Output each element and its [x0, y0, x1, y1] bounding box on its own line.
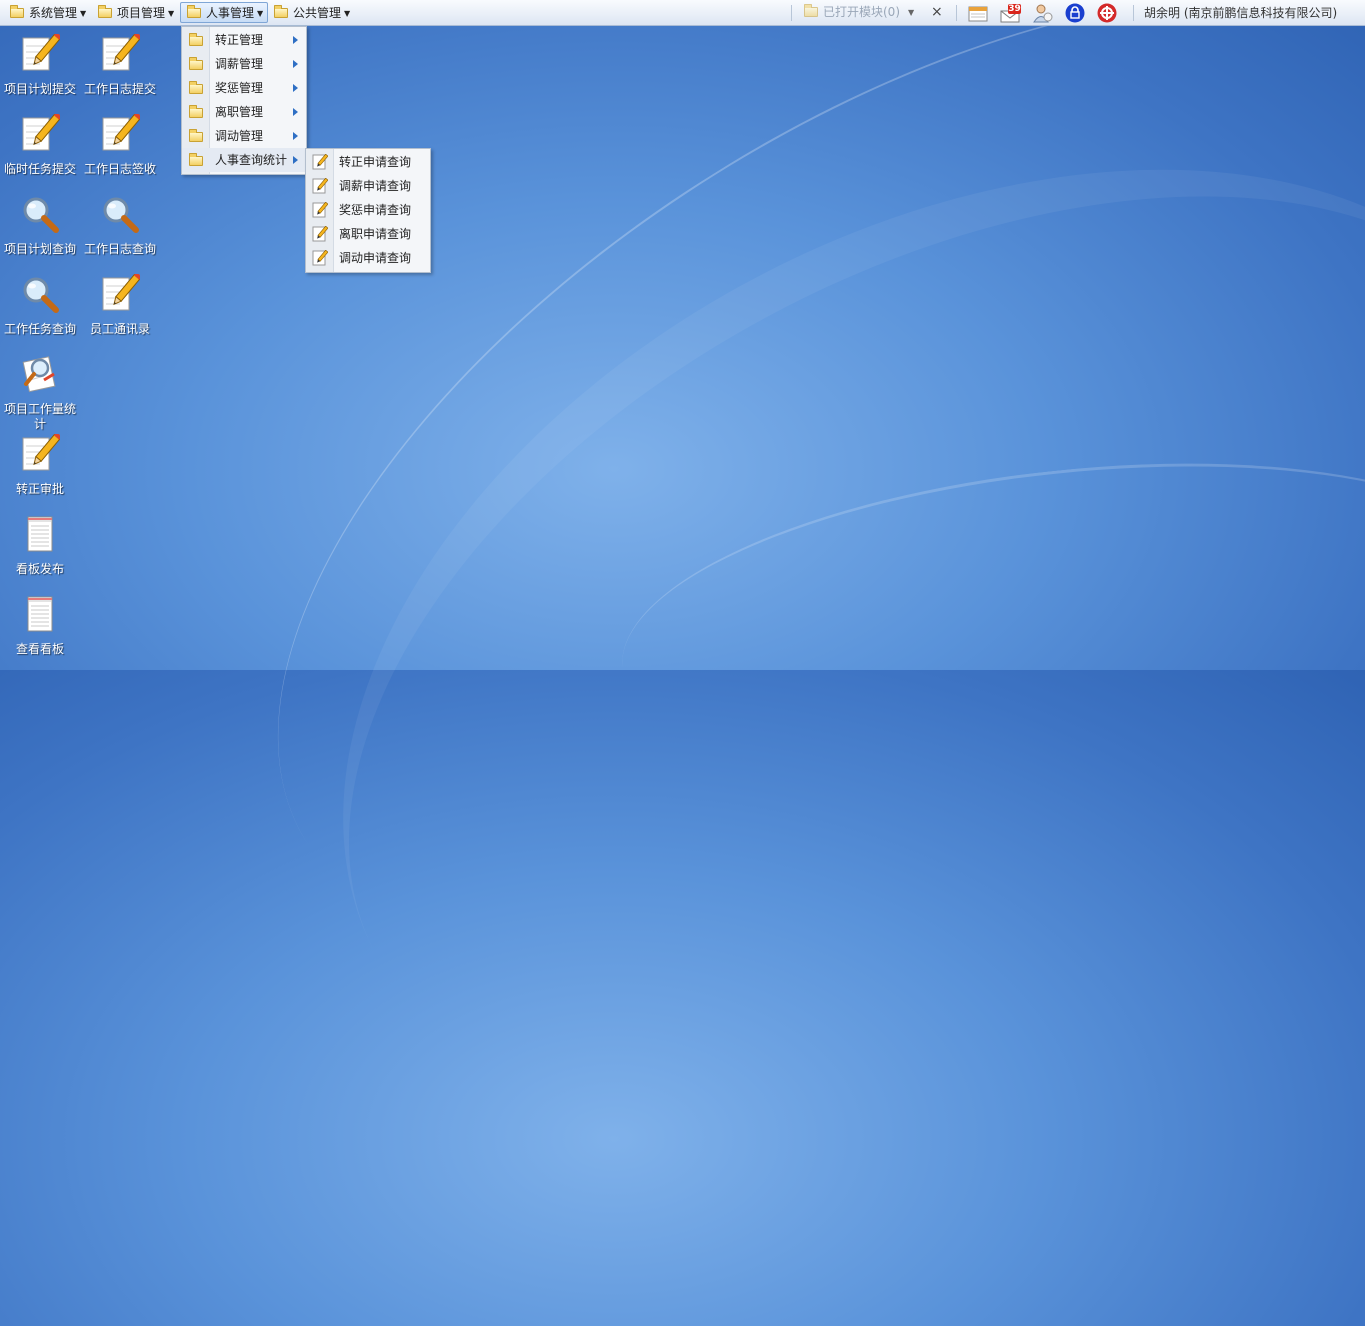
- divider: [956, 5, 957, 21]
- menu-item-salary-adjustment[interactable]: 调薪管理: [182, 52, 306, 76]
- desktop-icon[interactable]: 员工通讯录: [80, 272, 160, 337]
- desktop-icon[interactable]: 工作日志提交: [80, 32, 160, 97]
- divider: [791, 5, 792, 21]
- desktop-icon[interactable]: 工作任务查询: [0, 274, 80, 337]
- folder-icon: [187, 5, 201, 18]
- desktop-icon-label: 工作日志签收: [83, 162, 156, 176]
- menu-hr-management[interactable]: 人事管理 ▼: [180, 2, 269, 23]
- desktop-icon-label: 看板发布: [15, 562, 64, 576]
- desktop-icon[interactable]: 工作日志查询: [80, 194, 160, 257]
- magnifier-icon: [23, 277, 59, 313]
- folder-icon: [189, 105, 203, 118]
- submenu-arrow-icon: [293, 36, 298, 44]
- desktop-icon-label: 工作日志查询: [83, 242, 156, 256]
- folder-icon: [274, 5, 288, 18]
- pencil-paper-icon: [22, 32, 62, 71]
- divider: [1133, 5, 1134, 21]
- submenu-item-query[interactable]: 转正申请查询: [306, 150, 430, 174]
- hr-management-dropdown: 转正管理 调薪管理 奖惩管理 离职管理 调动管理 人事查询统计: [181, 26, 307, 175]
- menu-item-probation-management[interactable]: 转正管理: [182, 28, 306, 52]
- calendar-icon[interactable]: [968, 3, 988, 23]
- pencil-icon: [312, 202, 328, 218]
- close-modules-button[interactable]: ×: [931, 2, 943, 23]
- menu-system-management[interactable]: 系统管理 ▼: [3, 2, 91, 23]
- desktop-icon-label: 项目工作量统计: [3, 402, 76, 431]
- desktop-icon[interactable]: 项目计划提交: [0, 32, 80, 97]
- magnifier-icon: [103, 197, 139, 233]
- desktop-icon-label: 临时任务提交: [3, 162, 76, 176]
- menu-item-transfer[interactable]: 调动管理: [182, 124, 306, 148]
- opened-modules-dropdown[interactable]: 已打开模块(0) ▼: [804, 2, 914, 23]
- pencil-paper-icon: [22, 432, 62, 471]
- desktop-icon[interactable]: 工作日志签收: [80, 112, 160, 177]
- magnifier-icon: [23, 197, 59, 233]
- desktop-icon-label: 项目计划提交: [3, 82, 76, 96]
- submenu-arrow-icon: [293, 132, 298, 140]
- desktop-icon[interactable]: 项目工作量统计: [0, 354, 80, 432]
- hr-query-submenu: 转正申请查询 调薪申请查询 奖惩申请查询 离职申请查询 调动申请查询: [305, 148, 431, 273]
- folder-icon: [10, 5, 24, 18]
- menu-public-management[interactable]: 公共管理 ▼: [267, 2, 355, 23]
- folder-icon: [189, 129, 203, 142]
- submenu-arrow-icon: [293, 84, 298, 92]
- desktop-icon-label: 员工通讯录: [89, 322, 150, 336]
- pencil-paper-icon: [102, 32, 142, 71]
- lock-icon[interactable]: [1065, 3, 1085, 23]
- desktop-icon-label: 项目计划查询: [3, 242, 76, 256]
- desktop-icon-label: 查看看板: [15, 642, 64, 656]
- folder-icon: [189, 153, 203, 166]
- pencil-paper-icon: [102, 272, 142, 311]
- desktop-icon[interactable]: 转正审批: [0, 432, 80, 497]
- submenu-item-query[interactable]: 调动申请查询: [306, 246, 430, 270]
- folder-icon: [189, 57, 203, 70]
- desktop-icon-label: 转正审批: [15, 482, 64, 496]
- top-menu-bar: 系统管理 ▼ 项目管理 ▼ 人事管理 ▼ 公共管理 ▼ 已打开模块(0) ▼ × 39: [0, 0, 1365, 26]
- menu-project-management[interactable]: 项目管理 ▼: [91, 2, 179, 23]
- current-user: 胡余明 (南京前鹏信息科技有限公司): [1144, 6, 1338, 20]
- submenu-item-query[interactable]: 调薪申请查询: [306, 174, 430, 198]
- notepad-icon: [27, 596, 53, 632]
- desktop-icon[interactable]: 查看看板: [0, 594, 80, 657]
- menu-item-resignation[interactable]: 离职管理: [182, 100, 306, 124]
- submenu-item-query[interactable]: 奖惩申请查询: [306, 198, 430, 222]
- menu-item-rewards-penalties[interactable]: 奖惩管理: [182, 76, 306, 100]
- pencil-paper-icon: [22, 112, 62, 151]
- caret-down-icon: ▼: [80, 9, 87, 18]
- menu-item-hr-query-statistics[interactable]: 人事查询统计: [182, 148, 306, 172]
- pencil-icon: [312, 178, 328, 194]
- magnifier-paper-icon: [22, 356, 56, 393]
- folder-icon: [804, 4, 818, 17]
- desktop-icon[interactable]: 项目计划查询: [0, 194, 80, 257]
- desktop-icon-label: 工作日志提交: [83, 82, 156, 96]
- folder-icon: [98, 5, 112, 18]
- user-icon[interactable]: [1033, 3, 1053, 23]
- folder-icon: [189, 81, 203, 94]
- pencil-icon: [312, 226, 328, 242]
- mail-count-badge: 39: [1008, 4, 1021, 14]
- caret-down-icon: ▼: [344, 9, 351, 18]
- submenu-arrow-icon: [293, 108, 298, 116]
- submenu-item-query[interactable]: 离职申请查询: [306, 222, 430, 246]
- submenu-arrow-icon: [293, 60, 298, 68]
- pencil-icon: [312, 154, 328, 170]
- exit-icon[interactable]: [1097, 3, 1117, 23]
- notepad-icon: [27, 516, 53, 552]
- caret-down-icon: ▼: [908, 8, 915, 17]
- desktop-icon[interactable]: 临时任务提交: [0, 112, 80, 177]
- folder-icon: [189, 33, 203, 46]
- pencil-icon: [312, 250, 328, 266]
- submenu-arrow-icon: [293, 156, 298, 164]
- desktop-icon-label: 工作任务查询: [3, 322, 76, 336]
- pencil-paper-icon: [102, 112, 142, 151]
- desktop-icon[interactable]: 看板发布: [0, 514, 80, 577]
- caret-down-icon: ▼: [257, 9, 264, 18]
- caret-down-icon: ▼: [168, 9, 175, 18]
